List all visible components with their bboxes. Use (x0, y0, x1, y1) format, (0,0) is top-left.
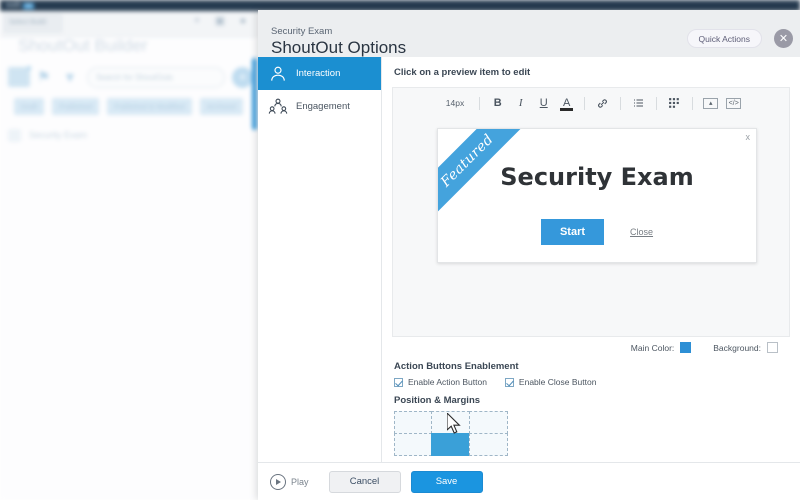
group-icon (268, 97, 288, 117)
quick-actions-button[interactable]: Quick Actions (686, 29, 762, 48)
position-cell-bottom-right[interactable] (468, 432, 508, 456)
edit-hint: Click on a preview item to edit (394, 67, 531, 78)
filter-icon[interactable]: ▼ (63, 68, 80, 87)
modal-body: Interaction Engagement Click on a previe… (258, 57, 800, 462)
table-icon[interactable] (666, 95, 683, 112)
toolbar-divider (656, 96, 658, 110)
main-color-label: Main Color: (630, 342, 675, 353)
sidebar-item-interaction[interactable]: Interaction (258, 57, 381, 90)
sidebar-item-engagement[interactable]: Engagement (258, 90, 381, 123)
cancel-button[interactable]: Cancel (328, 470, 401, 493)
position-cell-top-center[interactable] (431, 410, 470, 434)
preview-title[interactable]: Security Exam (438, 163, 756, 191)
tag-icon[interactable]: ⚑ (37, 68, 56, 87)
main-color-swatch[interactable] (680, 342, 692, 353)
image-icon[interactable]: ▴ (702, 95, 719, 112)
app-page-title: ShoutOut Builder (18, 36, 148, 55)
start-button[interactable]: Start (540, 219, 605, 245)
play-button[interactable]: Play (270, 473, 309, 490)
italic-icon[interactable]: I (512, 95, 529, 112)
position-cell-top-right[interactable] (468, 410, 508, 434)
app-topbar-icons: ⚬ ▣ ● (190, 14, 250, 28)
action-buttons-checkboxes: Enable Action Button Enable Close Button (394, 377, 790, 387)
close-icon[interactable]: ✕ (774, 29, 793, 48)
background-color-label: Background: (713, 342, 761, 353)
chip-archived[interactable]: Archived (199, 98, 243, 115)
share-icon[interactable]: ⚬ (190, 14, 204, 28)
app-search-input[interactable]: Search for ShoutOuts (87, 66, 225, 88)
chip-published-modified[interactable]: Published & Modified (107, 98, 192, 115)
bold-icon[interactable]: B (489, 95, 506, 112)
checkbox-label: Enable Action Button (408, 377, 487, 387)
app-tab[interactable]: Select Build (4, 14, 62, 32)
play-icon (270, 473, 286, 490)
play-label: Play (291, 476, 309, 487)
checkbox-icon (504, 377, 514, 387)
user-icon[interactable]: ● (236, 14, 250, 28)
checkbox-icon (394, 377, 403, 387)
toolbar-divider (584, 96, 586, 110)
list-icon[interactable] (630, 95, 647, 112)
toolbar-divider (620, 96, 622, 110)
position-cell-bottom-center[interactable] (431, 432, 470, 456)
page-title: ShoutOut Options (271, 38, 407, 57)
item-icon (8, 128, 21, 142)
modal-subtitle: Security Exam (271, 26, 333, 37)
preview-dismiss-icon[interactable]: x (746, 132, 751, 142)
list-item-label: Security Exam (29, 130, 88, 140)
modal-footer: Play Cancel Save (258, 462, 800, 500)
new-folder-icon[interactable] (8, 63, 32, 87)
sidebar-item-label: Engagement (296, 101, 350, 112)
chip-draft[interactable]: Draft (14, 98, 45, 115)
underline-icon[interactable]: U (535, 95, 552, 112)
font-size-selector[interactable]: 14px (437, 98, 473, 108)
scrollbar[interactable] (252, 58, 257, 130)
list-item[interactable]: Security Exam (8, 126, 254, 144)
enable-action-button-checkbox[interactable]: Enable Action Button (394, 377, 487, 387)
screen: walk me Select Build ⚬ ▣ ● ShoutOut Buil… (0, 0, 800, 500)
text-toolbar: 14px B I U A ▴ </> (393, 88, 789, 118)
sidebar-item-label: Interaction (296, 68, 341, 79)
modal-header: Security Exam ShoutOut Options Quick Act… (258, 10, 800, 57)
shoutout-preview-card[interactable]: Featured x Security Exam Start Close (437, 128, 757, 263)
position-cell-bottom-left[interactable] (393, 432, 433, 456)
content-pane: Click on a preview item to edit 14px B I… (382, 57, 800, 462)
walkme-logo: walk me (6, 0, 50, 11)
position-grid (393, 410, 508, 456)
code-icon[interactable]: </> (725, 95, 742, 112)
link-icon[interactable] (594, 95, 611, 112)
preview-area: Featured x Security Exam Start Close (393, 118, 789, 336)
text-color-icon[interactable]: A (558, 95, 575, 112)
app-search-row: ⚑ ▼ Search for ShoutOuts + (8, 62, 253, 92)
preview-actions: Start Close (438, 219, 756, 245)
app-filter-chips: Draft Published Published & Modified Arc… (14, 98, 243, 115)
toolbar-divider (479, 96, 481, 110)
sidebar: Interaction Engagement (258, 57, 382, 462)
position-section-title: Position & Margins (394, 395, 481, 406)
add-button[interactable]: + (232, 66, 253, 88)
logo-text: walk (6, 2, 22, 9)
colors-row: Main Color: Background: (392, 342, 790, 353)
close-link[interactable]: Close (630, 227, 653, 237)
person-icon (268, 64, 288, 84)
book-icon[interactable]: ▣ (213, 14, 227, 28)
logo-badge: me (23, 2, 35, 9)
background-color-swatch[interactable] (767, 342, 778, 353)
shoutout-options-modal: Security Exam ShoutOut Options Quick Act… (258, 10, 800, 500)
save-button[interactable]: Save (410, 470, 483, 493)
enable-close-button-checkbox[interactable]: Enable Close Button (504, 377, 597, 387)
preview-editor: 14px B I U A ▴ </> Featured x Security E… (392, 87, 790, 337)
action-buttons-section-title: Action Buttons Enablement (394, 361, 519, 372)
toolbar-divider (692, 96, 694, 110)
position-cell-top-left[interactable] (393, 410, 433, 434)
checkbox-label: Enable Close Button (518, 377, 597, 387)
chip-published[interactable]: Published (52, 98, 100, 115)
